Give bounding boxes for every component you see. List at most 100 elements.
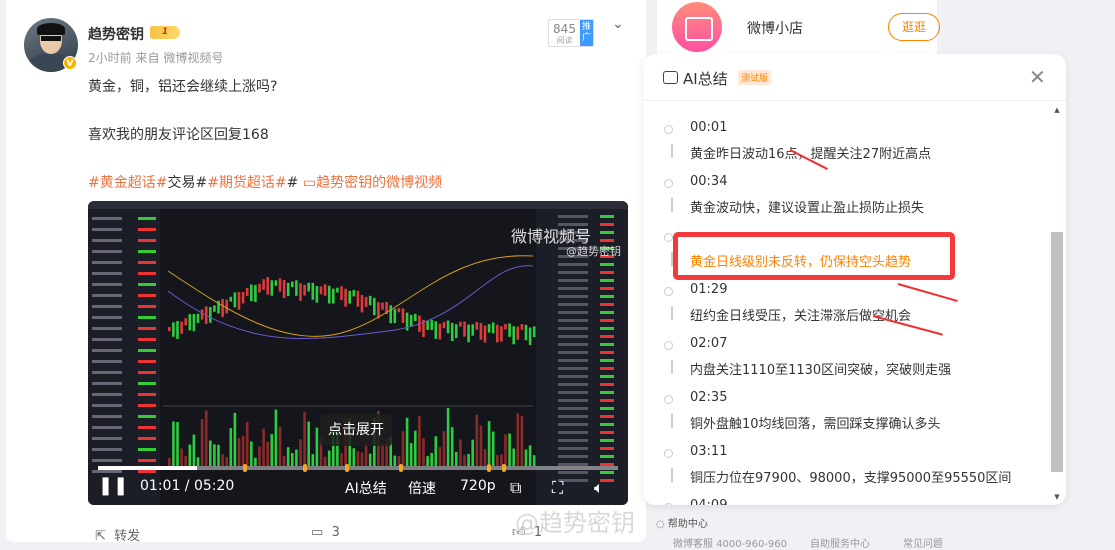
- watchlist-row: [92, 349, 122, 352]
- quality-button[interactable]: 720p: [460, 478, 496, 494]
- volume-bar: [278, 426, 282, 466]
- watchlist-row: [92, 415, 122, 418]
- summary-time[interactable]: 00:34: [690, 174, 727, 189]
- shop-name[interactable]: 微博小店: [747, 18, 803, 38]
- watchlist-row: [92, 382, 122, 385]
- expand-button[interactable]: 点击展开: [320, 414, 392, 446]
- candle: [504, 323, 507, 330]
- summary-time[interactable]: 04:09: [690, 498, 727, 505]
- watchlist-row: [92, 272, 122, 275]
- username[interactable]: 趋势密钥: [88, 24, 144, 44]
- candle: [332, 288, 335, 304]
- candle: [303, 284, 306, 296]
- orderbook-row: [558, 287, 588, 290]
- topic-futures[interactable]: #期货超话#: [207, 175, 286, 191]
- candle: [368, 295, 372, 306]
- candle: [270, 280, 274, 296]
- orderbook-row: [558, 335, 588, 338]
- watchlist-value: [138, 349, 156, 352]
- post-line-2: 喜欢我的朋友评论区回复168: [88, 127, 269, 143]
- watchlist-value: [138, 415, 156, 418]
- orderbook-row: [558, 383, 588, 386]
- volume-bar: [233, 412, 237, 466]
- watchlist-value: [138, 316, 156, 319]
- candle: [196, 313, 200, 324]
- watchlist-value: [138, 448, 156, 451]
- scrollbar-thumb[interactable]: [1051, 232, 1063, 472]
- candle: [192, 314, 196, 332]
- summary-text: 内盘关注1110至1130区间突破，突破则走强: [690, 363, 952, 378]
- timeline-dot-icon: [664, 449, 673, 458]
- summary-time[interactable]: 00:01: [690, 120, 727, 135]
- orderbook-row: [558, 391, 588, 394]
- volume-bar: [524, 449, 528, 466]
- volume-bar: [520, 416, 524, 466]
- duration: 05:20: [193, 478, 235, 494]
- help-center-link[interactable]: ◌ 帮助中心: [656, 515, 708, 530]
- chapter-marker[interactable]: [345, 464, 349, 472]
- watchlist-row: [92, 360, 122, 363]
- candle: [356, 290, 360, 307]
- candle: [373, 297, 376, 316]
- ai-summary-button[interactable]: AI总结: [345, 478, 387, 498]
- summary-time[interactable]: 03:11: [690, 444, 727, 459]
- scrollbar[interactable]: ▲ ▼: [1051, 106, 1063, 501]
- close-icon[interactable]: ✕: [1029, 65, 1046, 89]
- topic-gold[interactable]: #黄金超话#: [88, 175, 167, 191]
- candle: [377, 302, 380, 319]
- progress-bar[interactable]: [98, 464, 618, 472]
- candle: [475, 321, 479, 330]
- candle: [508, 323, 511, 337]
- chapter-marker[interactable]: [487, 464, 491, 472]
- volume-icon[interactable]: 🔈︎: [594, 478, 604, 498]
- service-phone[interactable]: 微博客服 4000-960-960: [673, 535, 787, 550]
- candle: [266, 277, 269, 295]
- candle: [434, 321, 438, 339]
- watchlist-row: [92, 305, 122, 308]
- watchlist-value: [138, 327, 156, 330]
- promote-button[interactable]: 推广: [580, 20, 593, 46]
- speed-button[interactable]: 倍速: [408, 478, 436, 498]
- mini-player-icon[interactable]: ⧉: [510, 478, 521, 498]
- orderbook-row: [558, 471, 588, 474]
- chapter-marker[interactable]: [502, 464, 506, 472]
- orderbook-row: [558, 431, 588, 434]
- summary-time[interactable]: 02:35: [690, 390, 727, 405]
- post-time[interactable]: 2小时前: [88, 51, 132, 65]
- chapter-marker[interactable]: [303, 464, 307, 472]
- post-tags: #黄金超话#交易##期货超话## ▭趋势密钥的微博视频: [88, 172, 442, 192]
- faq-link[interactable]: 常见问题: [903, 535, 943, 550]
- volume-bar: [356, 451, 360, 466]
- candle: [532, 326, 536, 338]
- read-number: 845: [553, 22, 576, 36]
- repost-button[interactable]: ⇱ 转发: [95, 525, 140, 544]
- summary-time[interactable]: 02:07: [690, 336, 727, 351]
- volume-bar: [504, 434, 507, 466]
- beta-badge: 测试版: [738, 70, 772, 85]
- candle: [315, 286, 319, 303]
- shop-visit-button[interactable]: 逛逛: [888, 13, 940, 41]
- volume-bar: [168, 458, 171, 466]
- chat-icon: [663, 71, 678, 84]
- timeline-line: [671, 306, 673, 320]
- candle: [340, 286, 343, 301]
- self-service-link[interactable]: 自助服务中心: [810, 535, 870, 550]
- candle: [336, 287, 339, 293]
- video-link[interactable]: 趋势密钥的微博视频: [316, 175, 442, 191]
- candle: [184, 318, 187, 326]
- chevron-down-icon[interactable]: ⌄: [612, 16, 624, 32]
- candle: [254, 284, 257, 302]
- post-line-1: 黄金，铜，铝还会继续上涨吗?: [88, 79, 278, 95]
- fullscreen-icon[interactable]: ⛶: [552, 478, 563, 498]
- orderbook-value: [600, 455, 614, 458]
- chapter-marker[interactable]: [399, 464, 403, 472]
- summary-time[interactable]: 01:29: [690, 282, 727, 297]
- scroll-up-icon[interactable]: ▲: [1051, 106, 1063, 114]
- chapter-marker[interactable]: [243, 464, 247, 472]
- video-player[interactable]: 微博视频号 @趋势密钥 点击展开 ❚❚ 01:01 / 05:20 AI总结 倍…: [88, 201, 628, 505]
- comment-button[interactable]: ▭ 3: [311, 525, 340, 540]
- scroll-down-icon[interactable]: ▼: [1051, 493, 1063, 501]
- volume-bar: [204, 410, 208, 466]
- watchlist-value: [138, 239, 156, 242]
- pause-icon[interactable]: ❚❚: [98, 475, 128, 496]
